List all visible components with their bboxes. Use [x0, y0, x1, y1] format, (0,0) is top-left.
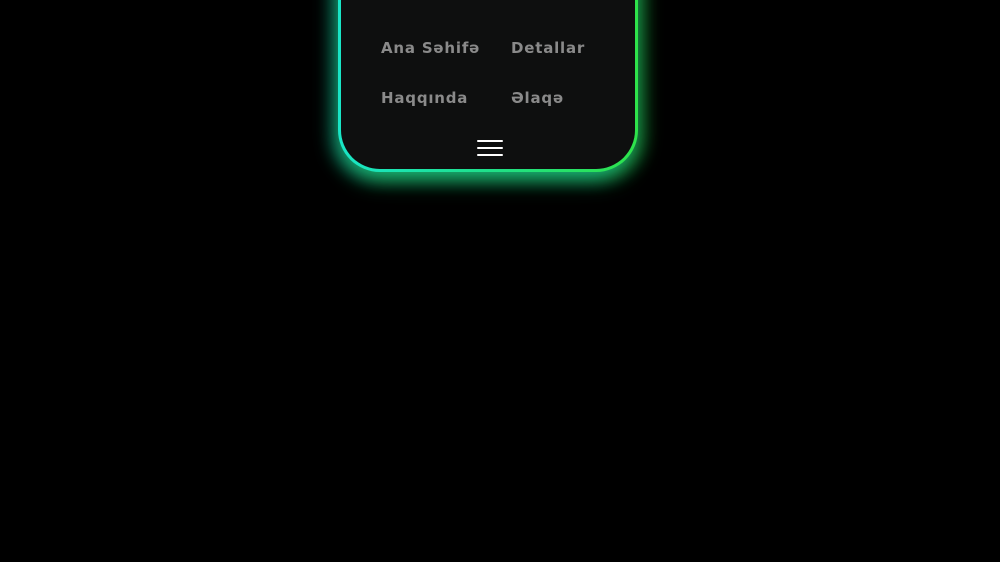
hamburger-menu-icon[interactable] [477, 138, 505, 160]
nav-link-contact[interactable]: Əlaqə [511, 88, 621, 108]
nav-link-home[interactable]: Ana Səhifə [381, 38, 511, 58]
hamburger-bar [477, 154, 503, 156]
hamburger-bar [477, 147, 503, 149]
nav-menu-panel: Ana Səhifə Detallar Haqqında Əlaqə [338, 0, 638, 172]
nav-link-about[interactable]: Haqqında [381, 88, 511, 108]
hamburger-bar [477, 140, 503, 142]
nav-menu: Ana Səhifə Detallar Haqqında Əlaqə [381, 38, 621, 108]
nav-link-details[interactable]: Detallar [511, 38, 621, 58]
